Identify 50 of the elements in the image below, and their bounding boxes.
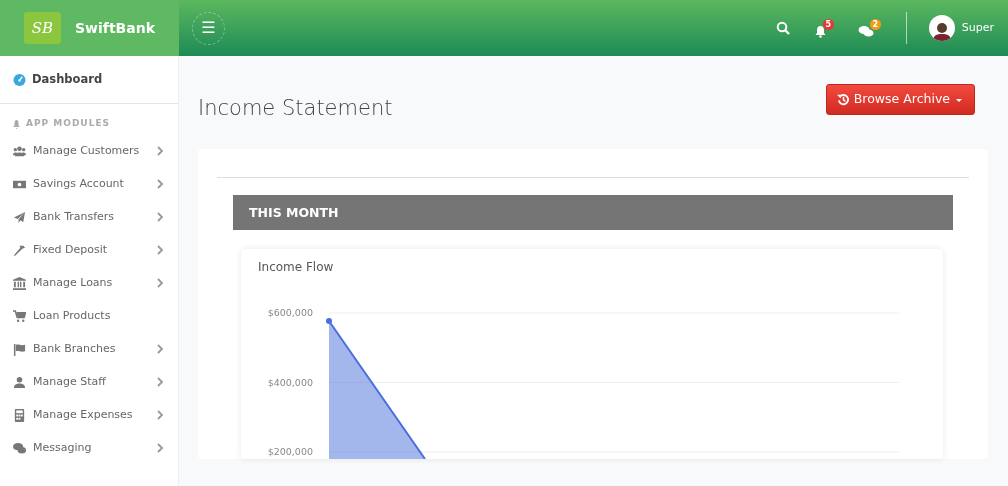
chevron-icon xyxy=(156,443,164,454)
users-icon xyxy=(13,144,26,158)
chat-icon xyxy=(13,441,26,455)
sidebar-item[interactable]: Bank Transfers xyxy=(0,200,178,234)
section-header: THIS MONTH xyxy=(233,195,953,231)
brand-name: SwiftBank xyxy=(75,18,155,38)
sidebar-item[interactable]: Manage Loans xyxy=(0,266,178,300)
notifications-button[interactable]: 5 xyxy=(813,18,834,38)
search-icon[interactable] xyxy=(775,21,790,35)
user-icon xyxy=(13,375,26,389)
chevron-icon xyxy=(156,410,164,421)
notification-count: 5 xyxy=(822,18,834,30)
page-title: Income Statement xyxy=(198,95,393,122)
chevron-icon xyxy=(156,344,164,355)
sidebar-item[interactable]: Manage Customers xyxy=(0,134,178,168)
chevron-icon xyxy=(156,212,164,223)
chevron-icon xyxy=(156,377,164,388)
y-axis-label: $600,000 xyxy=(267,306,313,318)
hammer-icon xyxy=(13,243,26,257)
avatar-icon[interactable] xyxy=(928,15,955,41)
y-axis-label: $200,000 xyxy=(267,445,313,457)
bell-icon xyxy=(813,24,827,38)
calculator-icon xyxy=(13,408,26,422)
chevron-icon xyxy=(156,179,164,190)
sidebar-item[interactable]: Loan Products xyxy=(0,299,178,333)
chat-icon xyxy=(857,24,874,38)
sidebar-item[interactable]: Manage Staff xyxy=(0,365,178,399)
sidebar-item[interactable]: Messaging xyxy=(0,431,178,465)
flag-icon xyxy=(13,342,26,356)
bell-icon xyxy=(13,119,20,129)
chevron-icon xyxy=(156,278,164,289)
chevron-icon xyxy=(156,245,164,256)
bank-building-icon xyxy=(13,276,26,290)
user-name[interactable]: Super xyxy=(961,19,994,37)
section-title: APP MODULES xyxy=(26,117,111,131)
dashboard-link[interactable]: Dashboard xyxy=(0,56,178,105)
cart-icon xyxy=(13,309,26,323)
message-count: 2 xyxy=(869,18,881,30)
speedometer-icon xyxy=(13,73,26,87)
history-icon xyxy=(836,93,850,106)
bank-logo: SB xyxy=(24,12,61,44)
paper-plane-icon xyxy=(13,210,26,224)
y-axis-label: $400,000 xyxy=(267,376,313,388)
sidebar-item[interactable]: Bank Branches xyxy=(0,332,178,366)
sidebar-item[interactable]: Fixed Deposit xyxy=(0,233,178,267)
sidebar-item[interactable]: Manage Expenses xyxy=(0,398,178,432)
browse-archive-button[interactable]: Browse Archive xyxy=(825,84,975,115)
chart-title: Income Flow xyxy=(257,259,335,275)
sidebar-item[interactable]: Savings Account xyxy=(0,167,178,201)
chevron-icon xyxy=(156,146,164,157)
